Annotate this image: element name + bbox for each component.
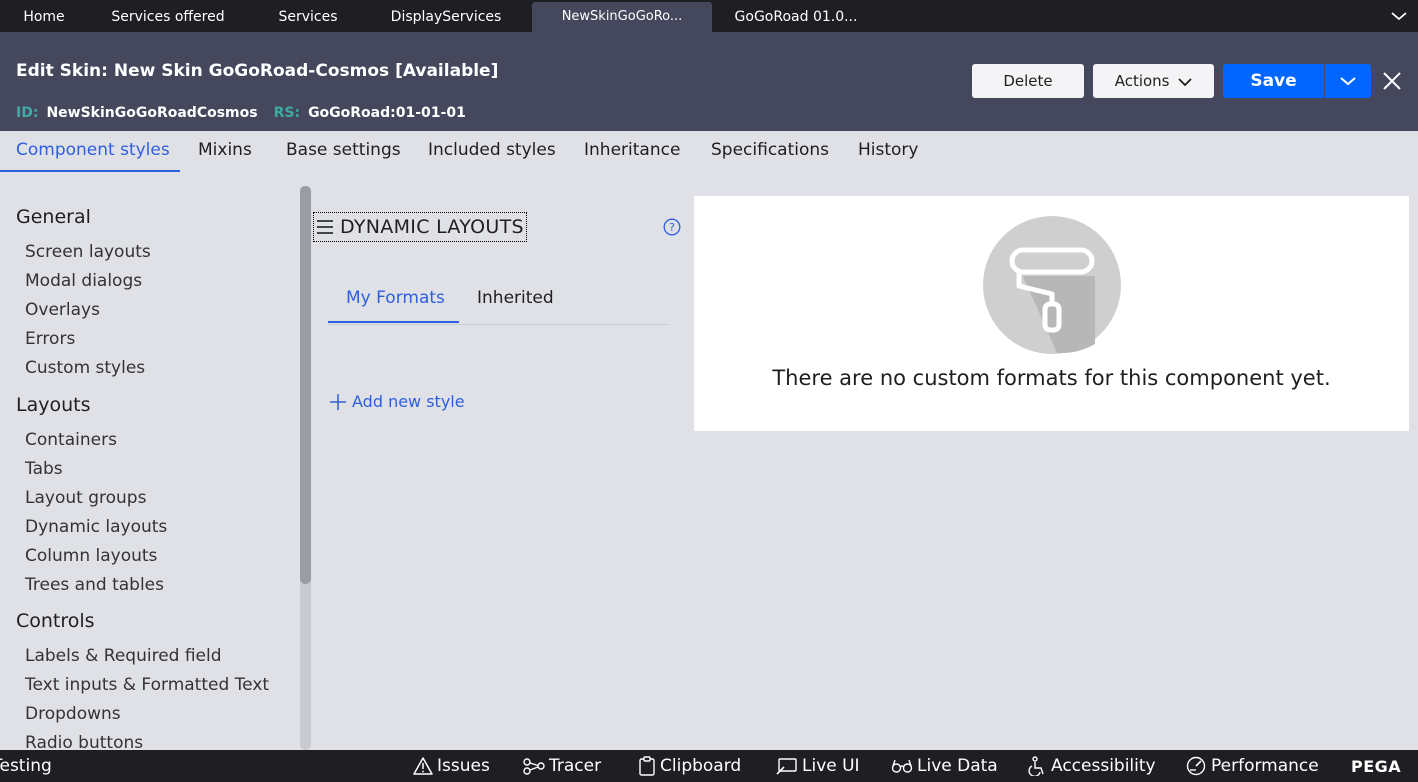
toolbar-performance[interactable]: Performance	[1185, 756, 1319, 776]
tab-component-styles[interactable]: Component styles	[16, 140, 170, 160]
actions-label: Actions	[1114, 72, 1170, 90]
preview-card: There are no custom formats for this com…	[694, 196, 1409, 431]
tab-mixins[interactable]: Mixins	[198, 140, 252, 160]
rule-header: Edit Skin: New Skin GoGoRoad-Cosmos [Ava…	[0, 34, 1418, 131]
id-value: NewSkinGoGoRoadCosmos	[46, 105, 258, 121]
doc-tab-newskin[interactable]: NewSkinGoGoRo...	[532, 2, 712, 34]
toolbar-issues-label: Issues	[437, 756, 490, 776]
toolbar-performance-label: Performance	[1211, 756, 1319, 776]
menu-icon	[317, 220, 333, 234]
developer-toolbar: Testing Issues Tracer Clipboard Live	[0, 750, 1418, 782]
sidebar-item-layout-groups[interactable]: Layout groups	[25, 488, 146, 508]
page-title: Edit Skin: New Skin GoGoRoad-Cosmos [Ava…	[16, 61, 499, 81]
chevron-down-icon[interactable]	[1390, 8, 1408, 24]
close-icon[interactable]	[1382, 71, 1402, 91]
sidebar-item-overlays[interactable]: Overlays	[25, 300, 100, 320]
sidebar-heading-layouts: Layouts	[16, 394, 91, 416]
tab-specifications[interactable]: Specifications	[711, 140, 829, 160]
toolbar-live-ui-label: Live UI	[802, 756, 860, 776]
glasses-icon	[891, 759, 913, 773]
skin-tab-bar: Component styles Mixins Base settings In…	[0, 131, 1418, 173]
sidebar-item-trees-and-tables[interactable]: Trees and tables	[25, 575, 164, 595]
sidebar-item-modal-dialogs[interactable]: Modal dialogs	[25, 271, 142, 291]
active-subtab-indicator	[328, 321, 459, 323]
toolbar-accessibility-label: Accessibility	[1051, 756, 1156, 776]
sidebar-item-containers[interactable]: Containers	[25, 430, 117, 450]
gauge-icon	[1186, 756, 1206, 776]
tab-history[interactable]: History	[858, 140, 918, 160]
chevron-down-icon	[1178, 77, 1192, 86]
doc-tab-gogoroad[interactable]: GoGoRoad 01.0...	[722, 2, 870, 32]
sidebar-item-column-layouts[interactable]: Column layouts	[25, 546, 157, 566]
panel-header[interactable]: DYNAMIC LAYOUTS	[313, 212, 527, 242]
delete-button[interactable]: Delete	[972, 64, 1084, 98]
help-icon[interactable]: ?	[663, 218, 681, 236]
rule-meta: ID: NewSkinGoGoRoadCosmos RS: GoGoRoad:01-0…	[16, 105, 466, 121]
tab-inherited[interactable]: Inherited	[477, 288, 554, 308]
rs-value[interactable]: GoGoRoad:01-01-01	[308, 105, 466, 121]
actions-button[interactable]: Actions	[1093, 64, 1214, 98]
toolbar-accessibility[interactable]: Accessibility	[1027, 756, 1156, 776]
plus-icon	[330, 393, 346, 410]
tracer-icon	[523, 758, 545, 775]
toolbar-clipboard-label: Clipboard	[660, 756, 742, 776]
save-button[interactable]: Save	[1223, 64, 1324, 98]
tab-base-settings[interactable]: Base settings	[286, 140, 401, 160]
tab-included-styles[interactable]: Included styles	[428, 140, 556, 160]
toolbar-tracer[interactable]: Tracer	[523, 756, 601, 776]
panel-title: DYNAMIC LAYOUTS	[340, 216, 524, 238]
sidebar-scrollbar-thumb[interactable]	[300, 186, 311, 584]
component-sidebar: General Screen layouts Modal dialogs Ove…	[0, 186, 300, 750]
warning-icon	[413, 757, 433, 775]
doc-tab-services[interactable]: Services	[248, 2, 368, 32]
toolbar-testing-label: Testing	[0, 756, 52, 776]
toolbar-clipboard[interactable]: Clipboard	[638, 756, 741, 776]
rs-key: RS:	[273, 105, 301, 121]
paint-roller-icon	[983, 216, 1121, 354]
document-tab-bar: Home Services offered Services DisplaySe…	[0, 0, 1418, 34]
tab-my-formats[interactable]: My Formats	[346, 288, 445, 308]
clipboard-icon	[639, 756, 655, 776]
toolbar-live-ui[interactable]: Live UI	[776, 756, 860, 776]
sidebar-item-dropdowns[interactable]: Dropdowns	[25, 704, 121, 724]
toolbar-issues[interactable]: Issues	[413, 756, 490, 776]
toolbar-live-data-label: Live Data	[917, 756, 998, 776]
sub-tabs-divider	[328, 324, 668, 325]
chevron-down-icon	[1340, 77, 1356, 86]
add-new-style-label: Add new style	[352, 392, 465, 411]
toolbar-testing[interactable]: Testing	[0, 756, 52, 776]
sidebar-item-tabs[interactable]: Tabs	[25, 459, 63, 479]
sidebar-item-custom-styles[interactable]: Custom styles	[25, 358, 145, 378]
empty-state-message: There are no custom formats for this com…	[772, 366, 1331, 390]
sidebar-item-radio-buttons[interactable]: Radio buttons	[25, 733, 143, 750]
doc-tab-displayservices[interactable]: DisplayServices	[368, 2, 524, 32]
doc-tab-services-offered[interactable]: Services offered	[88, 2, 248, 32]
live-ui-icon	[776, 758, 797, 775]
save-options-button[interactable]	[1325, 64, 1371, 98]
add-new-style-link[interactable]: Add new style	[329, 392, 465, 411]
sidebar-item-text-inputs[interactable]: Text inputs & Formatted Text	[25, 675, 269, 695]
accessibility-icon	[1028, 756, 1044, 776]
sidebar-item-labels-required[interactable]: Labels & Required field	[25, 646, 222, 666]
sidebar-item-dynamic-layouts[interactable]: Dynamic layouts	[25, 517, 167, 537]
sidebar-item-screen-layouts[interactable]: Screen layouts	[25, 242, 151, 262]
id-key: ID:	[16, 105, 39, 121]
sidebar-heading-controls: Controls	[16, 610, 95, 632]
svg-text:?: ?	[669, 221, 675, 234]
sidebar-heading-general: General	[16, 206, 91, 228]
pega-logo: PEGA	[1351, 757, 1402, 776]
doc-tab-home[interactable]: Home	[0, 2, 88, 32]
toolbar-live-data[interactable]: Live Data	[891, 756, 998, 776]
active-tab-indicator	[0, 170, 180, 172]
sidebar-item-errors[interactable]: Errors	[25, 329, 75, 349]
toolbar-tracer-label: Tracer	[549, 756, 602, 776]
tab-inheritance[interactable]: Inheritance	[584, 140, 680, 160]
